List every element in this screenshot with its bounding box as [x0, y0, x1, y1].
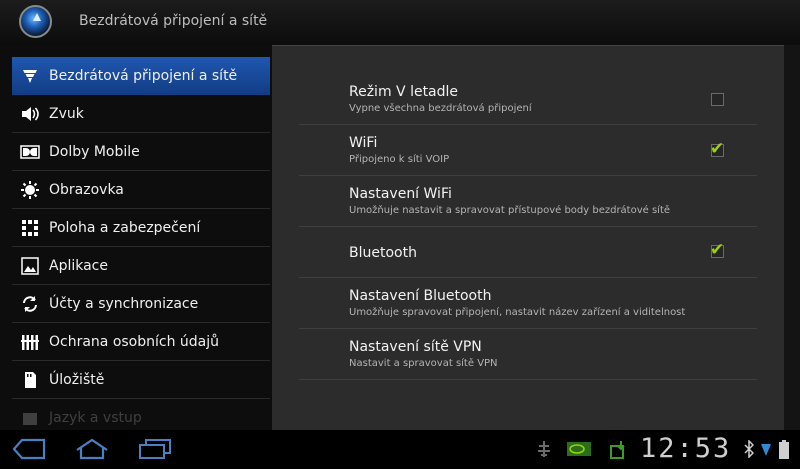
- sync-icon: [19, 294, 41, 314]
- battery-icon: [778, 440, 790, 464]
- wifi-checkbox[interactable]: ✔: [710, 139, 724, 159]
- action-bar: Bezdrátová připojení a sítě: [0, 0, 800, 45]
- bluetooth-icon: [744, 439, 755, 462]
- download-icon[interactable]: [609, 440, 627, 464]
- privacy-icon: [19, 332, 41, 352]
- wifi-icon: [19, 66, 41, 86]
- airplane-mode-row[interactable]: Režim V letadle Vypne všechna bezdrátová…: [299, 73, 757, 125]
- wifi-title: WiFi: [349, 135, 378, 151]
- wifi-settings-subtitle: Umožňuje nastavit a spravovat přístupové…: [349, 205, 671, 216]
- settings-panel: Režim V letadle Vypne všechna bezdrátová…: [272, 45, 784, 430]
- sidebar-item-sound[interactable]: Zvuk: [12, 95, 270, 133]
- panel-edge: [784, 45, 800, 430]
- vpn-settings-row[interactable]: Nastavení sítě VPN Nastavit a spravovat …: [299, 329, 757, 380]
- sidebar-item-accounts-sync[interactable]: Účty a synchronizace: [12, 285, 270, 323]
- sidebar-item-location-security[interactable]: Poloha a zabezpečení: [12, 209, 270, 247]
- check-icon: ✔: [710, 240, 725, 260]
- dolby-icon: [19, 142, 41, 162]
- sidebar-item-label: Aplikace: [49, 257, 108, 274]
- sidebar-item-language[interactable]: Jazyk a vstup: [12, 399, 270, 430]
- sidebar-item-apps[interactable]: Aplikace: [12, 247, 270, 285]
- bluetooth-settings-title: Nastavení Bluetooth: [349, 288, 492, 304]
- sidebar-item-label: Jazyk a vstup: [49, 409, 142, 426]
- recent-apps-button[interactable]: [138, 438, 172, 464]
- wifi-row[interactable]: WiFi Připojeno k síti VOIP ✔: [299, 125, 757, 176]
- apps-icon: [19, 256, 41, 276]
- airplane-mode-title: Režim V letadle: [349, 84, 459, 100]
- airplane-mode-subtitle: Vypne všechna bezdrátová připojení: [349, 103, 532, 114]
- bluetooth-settings-row[interactable]: Nastavení Bluetooth Umožňuje spravovat p…: [299, 278, 757, 329]
- check-icon: ✔: [710, 139, 725, 159]
- sidebar-item-label: Dolby Mobile: [49, 143, 140, 160]
- bluetooth-settings-subtitle: Umožňuje spravovat připojení, nastavit n…: [349, 307, 686, 318]
- sidebar-item-dolby[interactable]: Dolby Mobile: [12, 133, 270, 171]
- sidebar-item-label: Úložiště: [49, 371, 105, 388]
- sidebar-item-storage[interactable]: Úložiště: [12, 361, 270, 399]
- brightness-icon: [19, 180, 41, 200]
- sidebar-item-label: Ochrana osobních údajů: [49, 333, 220, 350]
- location-grid-icon: [19, 218, 41, 238]
- sidebar-item-label: Bezdrátová připojení a sítě: [49, 68, 238, 84]
- back-button[interactable]: [12, 438, 46, 464]
- page-title: Bezdrátová připojení a sítě: [79, 13, 268, 29]
- vpn-settings-title: Nastavení sítě VPN: [349, 339, 482, 355]
- sidebar-item-wireless[interactable]: Bezdrátová připojení a sítě: [12, 57, 270, 95]
- home-button[interactable]: [75, 438, 109, 464]
- sidebar-item-label: Poloha a zabezpečení: [49, 219, 201, 236]
- settings-sidebar: Bezdrátová připojení a sítě Zvuk Dolby M…: [0, 45, 272, 430]
- airplane-mode-checkbox[interactable]: [711, 93, 724, 106]
- nvidia-icon[interactable]: [566, 440, 592, 462]
- bluetooth-row[interactable]: Bluetooth ✔: [299, 227, 757, 278]
- status-clock[interactable]: 12:53: [640, 433, 731, 464]
- wifi-settings-row[interactable]: Nastavení WiFi Umožňuje nastavit a sprav…: [299, 176, 757, 227]
- vpn-settings-subtitle: Nastavit a spravovat sítě VPN: [349, 358, 498, 369]
- wifi-signal-icon: [760, 440, 772, 462]
- sidebar-item-label: Účty a synchronizace: [49, 295, 199, 312]
- settings-app-icon[interactable]: [19, 5, 52, 38]
- sidebar-item-privacy[interactable]: Ochrana osobních údajů: [12, 323, 270, 361]
- sidebar-item-label: Zvuk: [49, 105, 84, 122]
- sidebar-item-label: Obrazovka: [49, 181, 124, 198]
- speaker-icon: [19, 104, 41, 124]
- usb-debug-icon[interactable]: [535, 440, 553, 462]
- wifi-subtitle: Připojeno k síti VOIP: [349, 154, 450, 165]
- language-icon: [19, 408, 41, 428]
- bluetooth-title: Bluetooth: [349, 245, 417, 261]
- wifi-settings-title: Nastavení WiFi: [349, 186, 452, 202]
- system-bar: 12:53: [0, 430, 800, 469]
- storage-icon: [19, 370, 41, 390]
- bluetooth-checkbox[interactable]: ✔: [710, 240, 724, 260]
- sidebar-item-display[interactable]: Obrazovka: [12, 171, 270, 209]
